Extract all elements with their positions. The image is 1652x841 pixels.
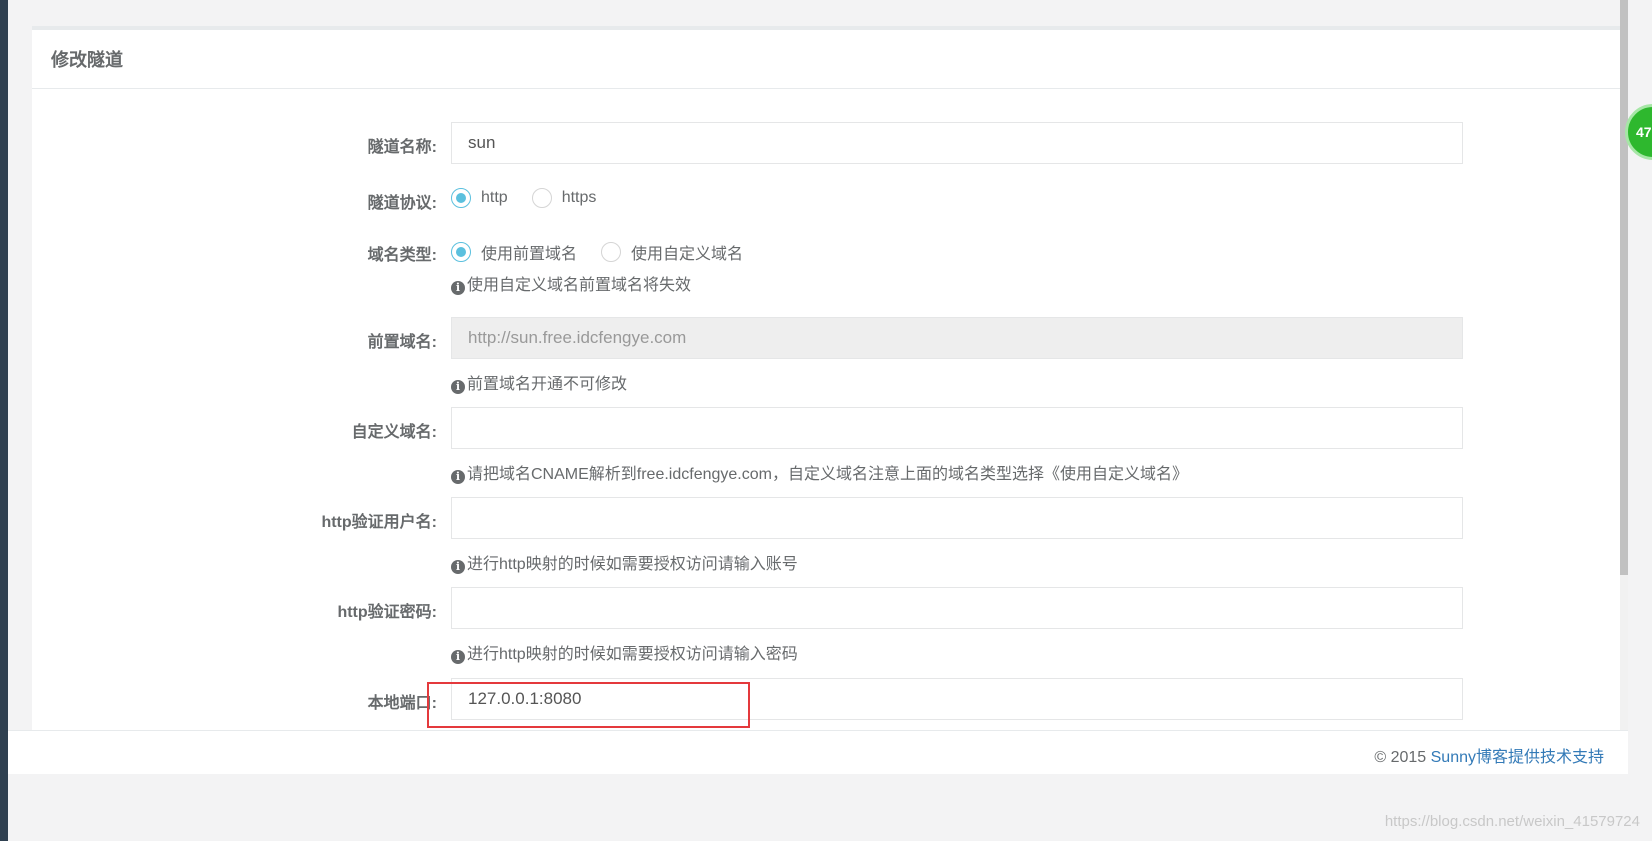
info-icon: i xyxy=(451,380,465,394)
highlight-annotation-box xyxy=(427,682,750,728)
http-user-label: http验证用户名: xyxy=(321,514,437,531)
http-user-input[interactable] xyxy=(451,497,1463,539)
custom-domain-label: 自定义域名: xyxy=(351,424,437,441)
prefix-domain-help: i 前置域名开通不可修改 xyxy=(451,370,627,394)
http-password-label: http验证密码: xyxy=(337,604,437,621)
edit-tunnel-panel: 修改隧道 隧道名称: sun 隧道协议: http https 域名类型: 使用… xyxy=(32,26,1620,731)
footer-link[interactable]: Sunny博客提供技术支持 xyxy=(1431,749,1604,766)
custom-domain-input[interactable] xyxy=(451,407,1463,449)
protocol-https-radio[interactable] xyxy=(531,188,552,208)
prefix-domain-input: http://sun.free.idcfengye.com xyxy=(451,317,1463,359)
info-icon: i xyxy=(451,281,465,295)
info-icon: i xyxy=(451,560,465,574)
protocol-https-label[interactable]: https xyxy=(562,189,597,207)
scrollbar-thumb[interactable] xyxy=(1620,0,1628,575)
domain-type-prefix-radio[interactable] xyxy=(451,242,471,262)
domain-type-help: i 使用自定义域名前置域名将失效 xyxy=(451,271,691,295)
footer: © 2015 Sunny博客提供技术支持 xyxy=(8,730,1628,774)
floating-badge[interactable]: 47 xyxy=(1625,104,1652,160)
panel-title: 修改隧道 xyxy=(32,30,1620,89)
domain-type-custom-label[interactable]: 使用自定义域名 xyxy=(631,240,743,264)
watermark: https://blog.csdn.net/weixin_41579724 xyxy=(1384,813,1640,830)
domain-type-prefix-label[interactable]: 使用前置域名 xyxy=(481,240,577,264)
prefix-domain-label: 前置域名: xyxy=(367,334,437,351)
http-password-input[interactable] xyxy=(451,587,1463,629)
protocol-http-radio[interactable] xyxy=(451,188,471,208)
footer-copyright: © 2015 xyxy=(1374,749,1431,766)
info-icon: i xyxy=(451,470,465,484)
domain-type-radio-group: 使用前置域名 使用自定义域名 xyxy=(451,240,767,264)
custom-domain-help: i 请把域名CNAME解析到free.idcfengye.com，自定义域名注意上… xyxy=(451,460,1188,484)
protocol-label: 隧道协议: xyxy=(367,195,437,212)
info-icon: i xyxy=(451,650,465,664)
http-password-help: i 进行http映射的时候如需要授权访问请输入密码 xyxy=(451,640,798,664)
tunnel-name-label: 隧道名称: xyxy=(367,139,437,156)
domain-type-custom-radio[interactable] xyxy=(601,242,622,262)
protocol-radio-group: http https xyxy=(451,188,620,208)
domain-type-label: 域名类型: xyxy=(367,247,437,264)
tunnel-name-input[interactable]: sun xyxy=(451,122,1463,164)
protocol-http-label[interactable]: http xyxy=(481,189,508,207)
http-user-help: i 进行http映射的时候如需要授权访问请输入账号 xyxy=(451,550,798,574)
sidebar-edge xyxy=(0,0,8,841)
footer-text: © 2015 Sunny博客提供技术支持 xyxy=(1374,743,1604,767)
